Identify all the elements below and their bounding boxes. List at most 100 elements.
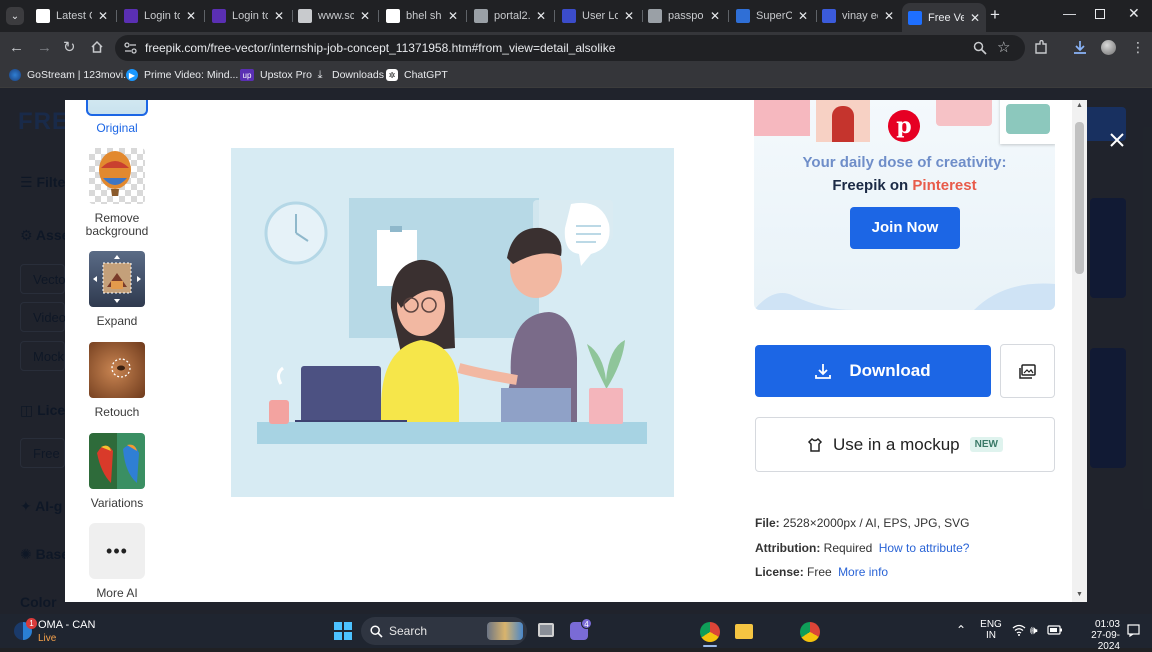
extensions-icon[interactable] (1034, 40, 1048, 55)
tab-close-icon[interactable]: ✕ (448, 9, 458, 23)
use-in-mockup-button[interactable]: Use in a mockup NEW (755, 417, 1055, 472)
browser-tab[interactable]: www.sc ✕ (292, 5, 376, 27)
volume-icon[interactable]: 🕪 (1030, 623, 1038, 638)
variations-thumb (89, 433, 145, 489)
tab-search-button[interactable]: ⌄ (6, 7, 24, 25)
close-modal-icon[interactable] (1110, 133, 1124, 147)
taskbar: 1 OMA - CAN Live Search 4 ⌃ ENG IN 🕪 01:… (0, 614, 1152, 652)
site-info-icon[interactable] (124, 42, 137, 54)
page-icon (648, 9, 662, 23)
expand-thumb (89, 251, 145, 307)
teams-badge: 4 (581, 618, 592, 629)
browser-tab[interactable]: Latest C ✕ (30, 5, 114, 27)
weather-widget[interactable]: 1 OMA - CAN Live (14, 618, 104, 646)
download-icon[interactable] (1073, 40, 1087, 55)
chrome-profile-icon[interactable] (800, 622, 820, 642)
tab-close-icon[interactable]: ✕ (970, 11, 980, 25)
windows-start-icon[interactable] (334, 622, 352, 640)
license-label: License: (755, 565, 804, 579)
browser-tab[interactable]: SuperC ✕ (730, 5, 814, 27)
tab-close-icon[interactable]: ✕ (186, 9, 196, 23)
language-indicator[interactable]: ENG IN (980, 619, 1002, 641)
tool-more-ai[interactable]: ••• More AI (65, 523, 169, 600)
mockup-label: Use in a mockup (833, 434, 960, 454)
url-text[interactable]: freepik.com/free-vector/internship-job-c… (145, 41, 615, 55)
tab-close-icon[interactable]: ✕ (798, 9, 808, 23)
tool-label: Remove background (85, 211, 149, 238)
task-view-icon[interactable] (538, 623, 554, 637)
browser-tab[interactable]: User Log ✕ (556, 5, 640, 27)
close-window-button[interactable]: ✕ (1128, 5, 1140, 22)
battery-icon[interactable] (1047, 624, 1063, 636)
profile-avatar[interactable] (1101, 40, 1116, 55)
chrome-taskbar-icon[interactable] (700, 622, 720, 642)
back-icon[interactable]: ← (9, 40, 24, 56)
scrollbar-thumb[interactable] (1075, 122, 1084, 274)
tool-variations[interactable]: Variations (65, 433, 169, 510)
tab-close-icon[interactable]: ✕ (98, 9, 108, 23)
browser-tab[interactable]: vinay ed ✕ (816, 5, 900, 27)
new-badge: NEW (969, 437, 1003, 452)
zoom-icon[interactable] (973, 41, 987, 55)
original-thumb (86, 100, 148, 116)
reload-icon[interactable]: ↻ (63, 40, 76, 56)
browser-tab[interactable]: passpor ✕ (642, 5, 726, 27)
how-to-attribute-link[interactable]: How to attribute? (879, 541, 970, 555)
bookmark-downloads[interactable]: ⤓ Downloads (314, 69, 384, 82)
tool-expand[interactable]: Expand (65, 251, 169, 328)
browser-tab[interactable]: bhel sha ✕ (380, 5, 464, 27)
preview-image[interactable] (231, 148, 674, 497)
bookmark-chatgpt[interactable]: ✲ ChatGPT (386, 69, 448, 81)
bookmark-label: Prime Video: Mind... (144, 69, 239, 81)
tool-original[interactable]: Original (65, 100, 169, 135)
scroll-down-arrow[interactable]: ▼ (1076, 591, 1083, 598)
tool-remove-background[interactable]: Remove background (65, 148, 169, 238)
wifi-icon[interactable] (1012, 624, 1026, 636)
new-tab-button[interactable]: + (990, 6, 1000, 24)
modal-scrollbar[interactable]: ▲ ▼ (1072, 100, 1087, 602)
browser-tab[interactable]: Free Vec ✕ (902, 3, 986, 32)
address-bar[interactable]: freepik.com/free-vector/internship-job-c… (115, 35, 1025, 61)
taskbar-search[interactable]: Search (361, 617, 527, 645)
join-now-button[interactable]: Join Now (850, 207, 960, 249)
scroll-up-arrow[interactable]: ▲ (1076, 102, 1083, 109)
tab-close-icon[interactable]: ✕ (360, 9, 370, 23)
restore-button[interactable] (1095, 9, 1105, 19)
file-value: 2528×2000px / AI, EPS, JPG, SVG (783, 516, 970, 530)
tab-close-icon[interactable]: ✕ (884, 9, 894, 23)
clock-date: 27-09-2024 (1091, 630, 1120, 652)
tool-retouch[interactable]: Retouch (65, 342, 169, 419)
menu-icon[interactable]: ⋮ (1131, 39, 1145, 55)
bookmark-prime-video[interactable]: ▶ Prime Video: Mind... (126, 69, 238, 81)
promo-line2-brand: Pinterest (912, 177, 977, 194)
search-icon (370, 625, 383, 638)
bookmark-gostream[interactable]: GoStream | 123movi... (9, 69, 132, 81)
file-explorer-icon[interactable] (735, 624, 753, 639)
tab-close-icon[interactable]: ✕ (624, 9, 634, 23)
notification-icon[interactable] (1127, 624, 1140, 637)
tab-separator (204, 10, 205, 22)
browser-tab[interactable]: Login to ✕ (118, 5, 202, 27)
bookmark-upstox[interactable]: up Upstox Pro (240, 69, 312, 81)
browser-tab[interactable]: portal2. ✕ (468, 5, 552, 27)
minimize-button[interactable]: — (1063, 6, 1076, 21)
browser-tab[interactable]: Login to ✕ (206, 5, 290, 27)
mail-icon (822, 9, 836, 23)
tab-close-icon[interactable]: ✕ (274, 9, 284, 23)
tab-close-icon[interactable]: ✕ (536, 9, 546, 23)
tab-close-icon[interactable]: ✕ (710, 9, 720, 23)
home-icon[interactable] (90, 40, 104, 54)
forward-icon[interactable]: → (37, 40, 52, 56)
view-image-button[interactable] (1000, 344, 1055, 398)
attribution-value: Required (823, 541, 873, 555)
more-info-link[interactable]: More info (838, 565, 888, 579)
bookmark-star-icon[interactable]: ☆ (997, 38, 1010, 56)
tool-label: Expand (96, 314, 138, 328)
download-button[interactable]: Download (755, 345, 991, 397)
tab-separator (554, 10, 555, 22)
pinterest-promo-card: p Your daily dose of creativity: Freepik… (754, 100, 1055, 310)
upstox-icon (124, 9, 138, 23)
clock[interactable]: 01:03 27-09-2024 (1070, 619, 1120, 652)
tray-chevron-icon[interactable]: ⌃ (956, 623, 966, 637)
download-label: Download (849, 361, 931, 380)
